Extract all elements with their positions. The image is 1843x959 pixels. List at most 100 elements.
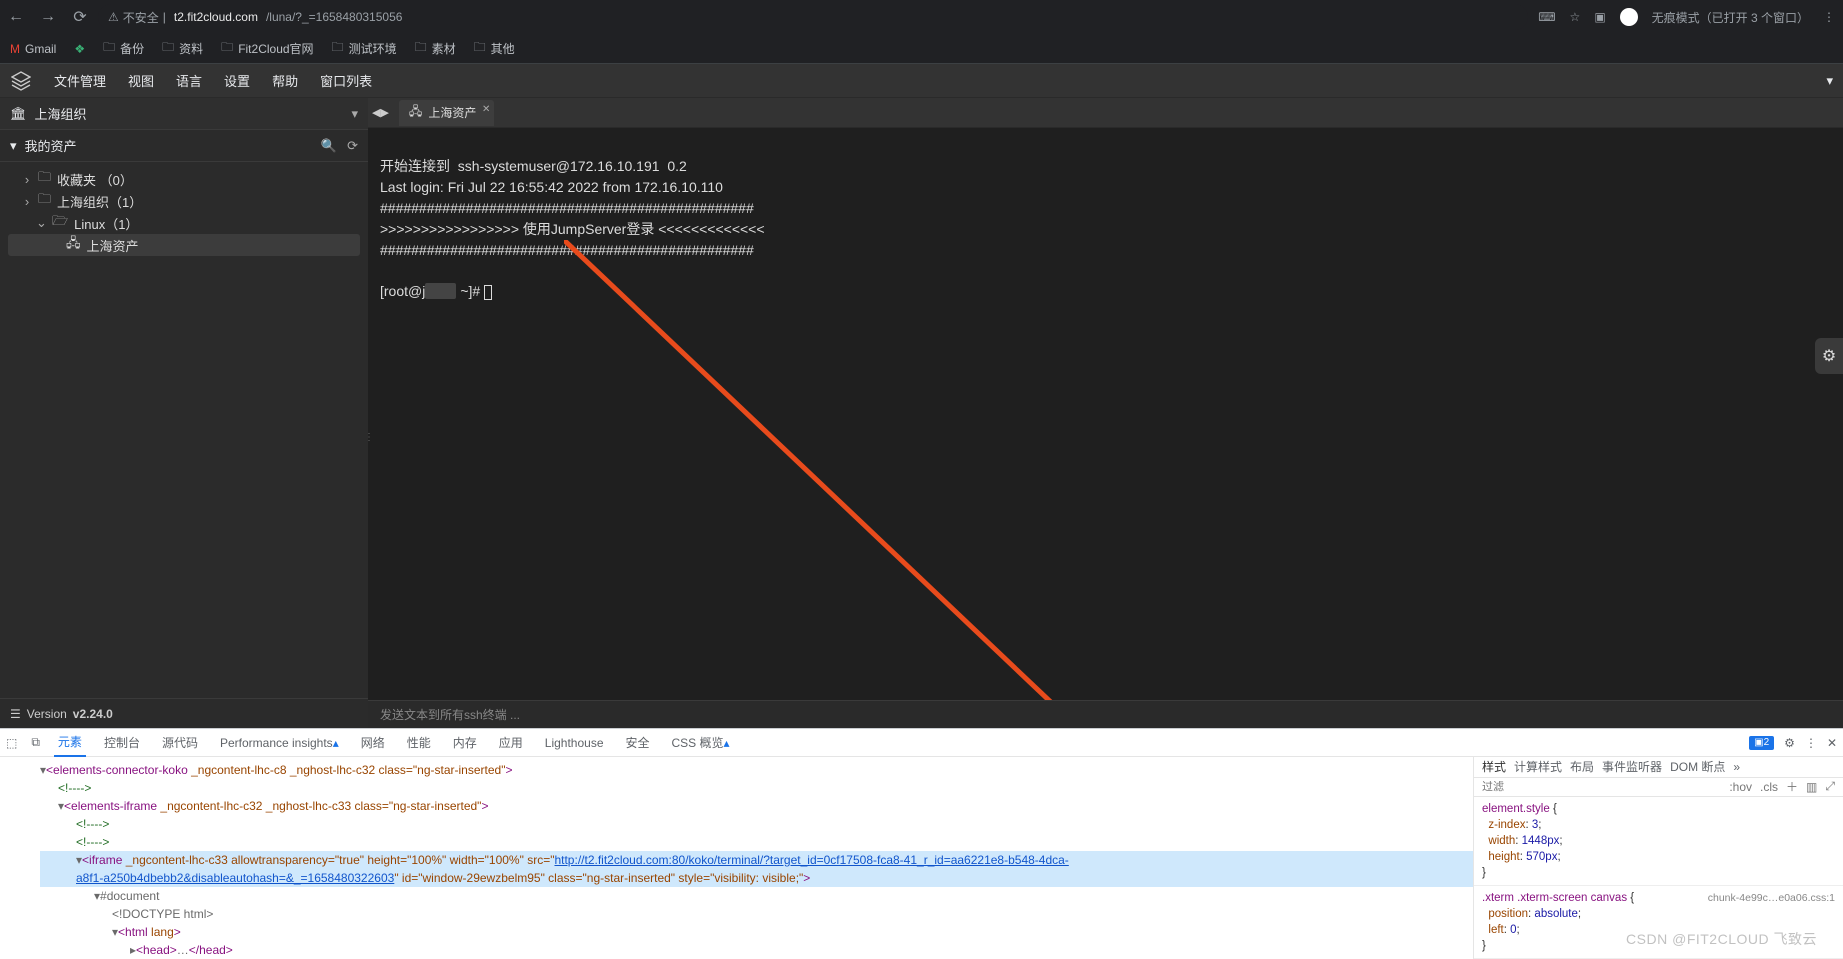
my-assets-label: 我的资产 — [25, 136, 77, 155]
chevron-down-icon[interactable]: ▾ — [351, 106, 358, 122]
app-logo-icon[interactable] — [10, 70, 32, 92]
send-all-bar[interactable]: 发送文本到所有ssh终端 ... — [368, 700, 1843, 728]
styles-tab-listeners[interactable]: 事件监听器 — [1602, 758, 1662, 775]
close-icon[interactable]: ✕ — [482, 104, 490, 115]
url-path: /luna/?_=1658480315056 — [266, 10, 402, 24]
address-bar[interactable]: ⚠ 不安全 | t2.fit2cloud.com/luna/?_=1658480… — [98, 4, 1528, 30]
devtools-settings-icon[interactable]: ⚙ — [1784, 736, 1795, 750]
terminal-tab[interactable]: 🖧 上海资产 ✕ — [399, 100, 494, 126]
bookmark-docs[interactable]: 🗀资料 — [162, 38, 203, 59]
dt-tab-lighthouse[interactable]: Lighthouse — [541, 729, 608, 757]
org-label: 上海组织 — [35, 104, 87, 123]
gear-icon: ⚙ — [1822, 346, 1836, 366]
app-body: 🏛 上海组织 ▾ ▾ 我的资产 🔍 ⟳ › 🗀 收藏夹 （0） › 🗀 上海组织… — [0, 98, 1843, 728]
bookmark-item[interactable]: ❖ — [74, 42, 85, 56]
my-assets-header[interactable]: ▾ 我的资产 🔍 ⟳ — [0, 130, 368, 162]
browser-toolbar: ← → ⟳ ⚠ 不安全 | t2.fit2cloud.com/luna/?_=1… — [0, 0, 1843, 34]
resize-handle-icon[interactable]: ⋮ — [368, 428, 374, 448]
dt-tab-memory[interactable]: 内存 — [449, 729, 481, 757]
dt-tab-network[interactable]: 网络 — [357, 729, 389, 757]
tree-label: 上海组织（1） — [57, 192, 142, 211]
styles-view-icon[interactable]: ▥ — [1806, 780, 1817, 794]
dt-tab-perf-insights[interactable]: Performance insights ▴ — [216, 729, 343, 757]
styles-tab-dombreak[interactable]: DOM 断点 — [1670, 758, 1725, 775]
kebab-menu-icon[interactable]: ⋮ — [1823, 10, 1835, 24]
bookmark-testenv[interactable]: 🗀测试环境 — [332, 38, 397, 59]
avatar-icon[interactable] — [1620, 8, 1638, 26]
menu-file[interactable]: 文件管理 — [54, 71, 106, 90]
dt-tab-css-overview[interactable]: CSS 概览 ▴ — [668, 729, 734, 757]
tree-asset-shanghai[interactable]: 🖧 上海资产 — [8, 234, 360, 256]
bookmark-assets-folder[interactable]: 🗀素材 — [415, 38, 456, 59]
cls-toggle[interactable]: .cls — [1760, 780, 1778, 794]
insecure-badge: ⚠ 不安全 | — [108, 9, 166, 26]
url-host: t2.fit2cloud.com — [174, 10, 258, 24]
sidebar: 🏛 上海组织 ▾ ▾ 我的资产 🔍 ⟳ › 🗀 收藏夹 （0） › 🗀 上海组织… — [0, 98, 368, 728]
inspect-icon[interactable]: ⬚ — [6, 736, 17, 750]
bookmark-fit2cloud[interactable]: 🗀Fit2Cloud官网 — [221, 38, 313, 59]
forward-icon[interactable]: → — [40, 8, 56, 26]
dt-tab-security[interactable]: 安全 — [622, 729, 654, 757]
back-icon[interactable]: ← — [8, 8, 24, 26]
folder-icon: 🗀 — [38, 190, 51, 212]
device-toggle-icon[interactable]: ⧉ — [31, 735, 40, 750]
css-source-link[interactable]: chunk-4e99c…e0a06.css:1 — [1708, 890, 1835, 906]
tab-nav-icons[interactable]: ◀▶ — [372, 106, 389, 119]
host-icon: 🖧 — [66, 234, 81, 256]
folder-icon: 🗀 — [38, 168, 51, 190]
bookmark-gmail[interactable]: MGmail — [10, 42, 56, 56]
styles-tab-more[interactable]: » — [1733, 760, 1740, 774]
warning-icon: ⚠ — [108, 10, 119, 24]
version-bar: ☰ Version v2.24.0 — [0, 698, 368, 728]
menu-help[interactable]: 帮助 — [272, 71, 298, 90]
add-rule-icon[interactable]: ＋ — [1786, 778, 1798, 795]
styles-tab-computed[interactable]: 计算样式 — [1514, 758, 1562, 775]
menu-windows[interactable]: 窗口列表 — [320, 71, 372, 90]
tree-favorites[interactable]: › 🗀 收藏夹 （0） — [8, 168, 360, 190]
bookmark-star-icon[interactable]: ☆ — [1570, 10, 1581, 24]
issues-badge[interactable]: ▣ 2 — [1749, 736, 1774, 750]
hov-toggle[interactable]: :hov — [1729, 780, 1752, 794]
devtools-tabs: ⬚ ⧉ 元素 控制台 源代码 Performance insights ▴ 网络… — [0, 729, 1843, 757]
dt-tab-application[interactable]: 应用 — [495, 729, 527, 757]
devtools-kebab-icon[interactable]: ⋮ — [1805, 736, 1817, 750]
dt-tab-console[interactable]: 控制台 — [100, 729, 144, 757]
styles-pin-icon[interactable]: ⤢ — [1825, 779, 1835, 794]
terminal-icon: 🖧 — [409, 102, 422, 123]
bookmark-backup[interactable]: 🗀备份 — [103, 38, 144, 59]
terminal-output[interactable]: 开始连接到 ssh-systemuser@172.16.10.191 0.2 L… — [368, 128, 1843, 700]
menu-view[interactable]: 视图 — [128, 71, 154, 90]
dt-tab-performance[interactable]: 性能 — [403, 729, 435, 757]
styles-tab-styles[interactable]: 样式 — [1482, 758, 1506, 775]
menu-language[interactable]: 语言 — [176, 71, 202, 90]
dt-tab-elements[interactable]: 元素 — [54, 729, 86, 757]
caret-right-icon: › — [22, 172, 32, 187]
tree-label: 收藏夹 （0） — [57, 170, 133, 189]
menu-settings[interactable]: 设置 — [224, 71, 250, 90]
tree-label: Linux（1） — [74, 214, 138, 233]
styles-filter-row: :hov .cls ＋ ▥ ⤢ — [1474, 778, 1843, 797]
caret-down-icon: ⌄ — [36, 215, 46, 231]
site-icon: ❖ — [74, 42, 85, 56]
extensions-icon[interactable]: ▣ — [1594, 10, 1605, 24]
styles-tab-layout[interactable]: 布局 — [1570, 758, 1594, 775]
topbar-dropdown-icon[interactable]: ▾ — [1826, 73, 1833, 89]
bookmark-other[interactable]: 🗀其他 — [474, 38, 515, 59]
elements-tree[interactable]: ▾<elements-connector-koko _ngcontent-lhc… — [0, 757, 1473, 959]
reload-icon[interactable]: ⟳ — [72, 7, 88, 27]
org-selector[interactable]: 🏛 上海组织 ▾ — [0, 98, 368, 130]
search-icon[interactable]: 🔍 — [321, 138, 337, 154]
devtools-close-icon[interactable]: ✕ — [1827, 736, 1837, 750]
settings-float-button[interactable]: ⚙ — [1815, 338, 1843, 374]
terminal-line: 开始连接到 ssh-systemuser@172.16.10.191 0.2 — [380, 158, 687, 174]
tree-org[interactable]: › 🗀 上海组织（1） — [8, 190, 360, 212]
gmail-icon: M — [10, 42, 20, 56]
refresh-icon[interactable]: ⟳ — [347, 138, 358, 154]
bookmarks-bar: MGmail ❖ 🗀备份 🗀资料 🗀Fit2Cloud官网 🗀测试环境 🗀素材 … — [0, 34, 1843, 64]
tree-linux[interactable]: ⌄ 🗁 Linux（1） — [8, 212, 360, 234]
terminal-line: ########################################… — [380, 200, 754, 216]
translate-icon[interactable]: ⌨ — [1538, 10, 1555, 24]
styles-filter-input[interactable] — [1482, 781, 1721, 793]
dt-tab-sources[interactable]: 源代码 — [158, 729, 202, 757]
css-rule-element-style[interactable]: element.style { z-index: 3; width: 1448p… — [1474, 797, 1843, 886]
